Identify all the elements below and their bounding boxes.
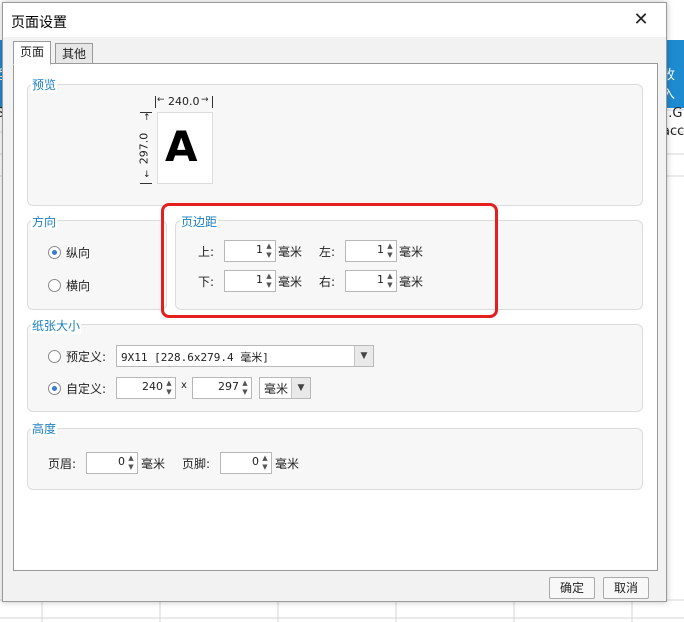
landscape-radio[interactable] [48, 279, 61, 292]
spin-down-icon: ▼ [128, 463, 134, 471]
cancel-button[interactable]: 取消 [603, 577, 649, 599]
preview-group [27, 84, 643, 206]
tab-page[interactable]: 页面 [13, 41, 51, 65]
header-height-unit: 毫米 [141, 457, 166, 471]
paper-size-group-title: 纸张大小 [31, 317, 82, 334]
dimension-times-sign: x [181, 380, 187, 391]
paper-unit-select[interactable]: 毫米 ▼ [259, 377, 311, 399]
arrow-down-icon: ↓ [143, 170, 151, 180]
spin-down-icon: ▼ [242, 388, 248, 396]
dialog-title: 页面设置 [11, 15, 67, 31]
preview-height-dimension: ↑ 297.0 ↓ [137, 112, 154, 184]
header-height-spinner[interactable]: 0 ▲ ▼ [86, 452, 138, 474]
paper-unit-value: 毫米 [264, 382, 289, 396]
chevron-down-icon[interactable]: ▼ [291, 378, 310, 398]
preview-letter: A [165, 122, 198, 171]
footer-height-unit: 毫米 [275, 457, 300, 471]
height-group-title: 高度 [31, 420, 58, 437]
header-height-label: 页眉: [48, 457, 77, 471]
preview-width-label: 240.0 [168, 95, 200, 108]
arrow-right-icon: → [201, 95, 209, 105]
chevron-down-icon[interactable]: ▼ [354, 346, 373, 366]
spin-up-icon: ▲ [242, 379, 248, 387]
portrait-label[interactable]: 纵向 [66, 244, 90, 261]
orientation-group [27, 220, 167, 310]
arrow-left-icon: ← [157, 95, 165, 105]
spin-down-icon: ▼ [262, 463, 268, 471]
spin-up-icon: ▲ [262, 454, 268, 462]
custom-paper-radio[interactable] [48, 382, 61, 395]
portrait-radio[interactable] [48, 246, 61, 259]
margins-highlight-box [161, 203, 498, 318]
dialog-titlebar: 页面设置 ✕ [3, 3, 666, 37]
orientation-group-title: 方向 [31, 213, 58, 230]
spin-up-icon: ▲ [128, 454, 134, 462]
custom-width-spinner[interactable]: 240 ▲ ▼ [116, 377, 176, 399]
preview-width-dimension: ← 240.0 → [155, 95, 213, 110]
preset-paper-radio[interactable] [48, 350, 61, 363]
footer-height-spinner[interactable]: 0 ▲ ▼ [220, 452, 272, 474]
spin-down-icon: ▼ [166, 388, 172, 396]
preset-paper-select[interactable]: 9X11 [228.6x279.4 毫米] ▼ [116, 345, 374, 367]
tab-other[interactable]: 其他 [55, 43, 93, 65]
custom-paper-label[interactable]: 自定义: [66, 380, 106, 397]
preset-paper-value: 9X11 [228.6x279.4 毫米] [121, 351, 269, 364]
spin-up-icon: ▲ [166, 379, 172, 387]
preview-group-title: 预览 [31, 76, 58, 93]
close-icon[interactable]: ✕ [621, 5, 661, 35]
preview-height-label: 297.0 [137, 132, 151, 165]
arrow-up-icon: ↑ [143, 113, 151, 123]
custom-height-spinner[interactable]: 297 ▲ ▼ [192, 377, 252, 399]
landscape-label[interactable]: 横向 [66, 277, 90, 294]
ok-button[interactable]: 确定 [549, 577, 595, 599]
preset-paper-label[interactable]: 预定义: [66, 348, 106, 365]
footer-height-label: 页脚: [182, 457, 211, 471]
